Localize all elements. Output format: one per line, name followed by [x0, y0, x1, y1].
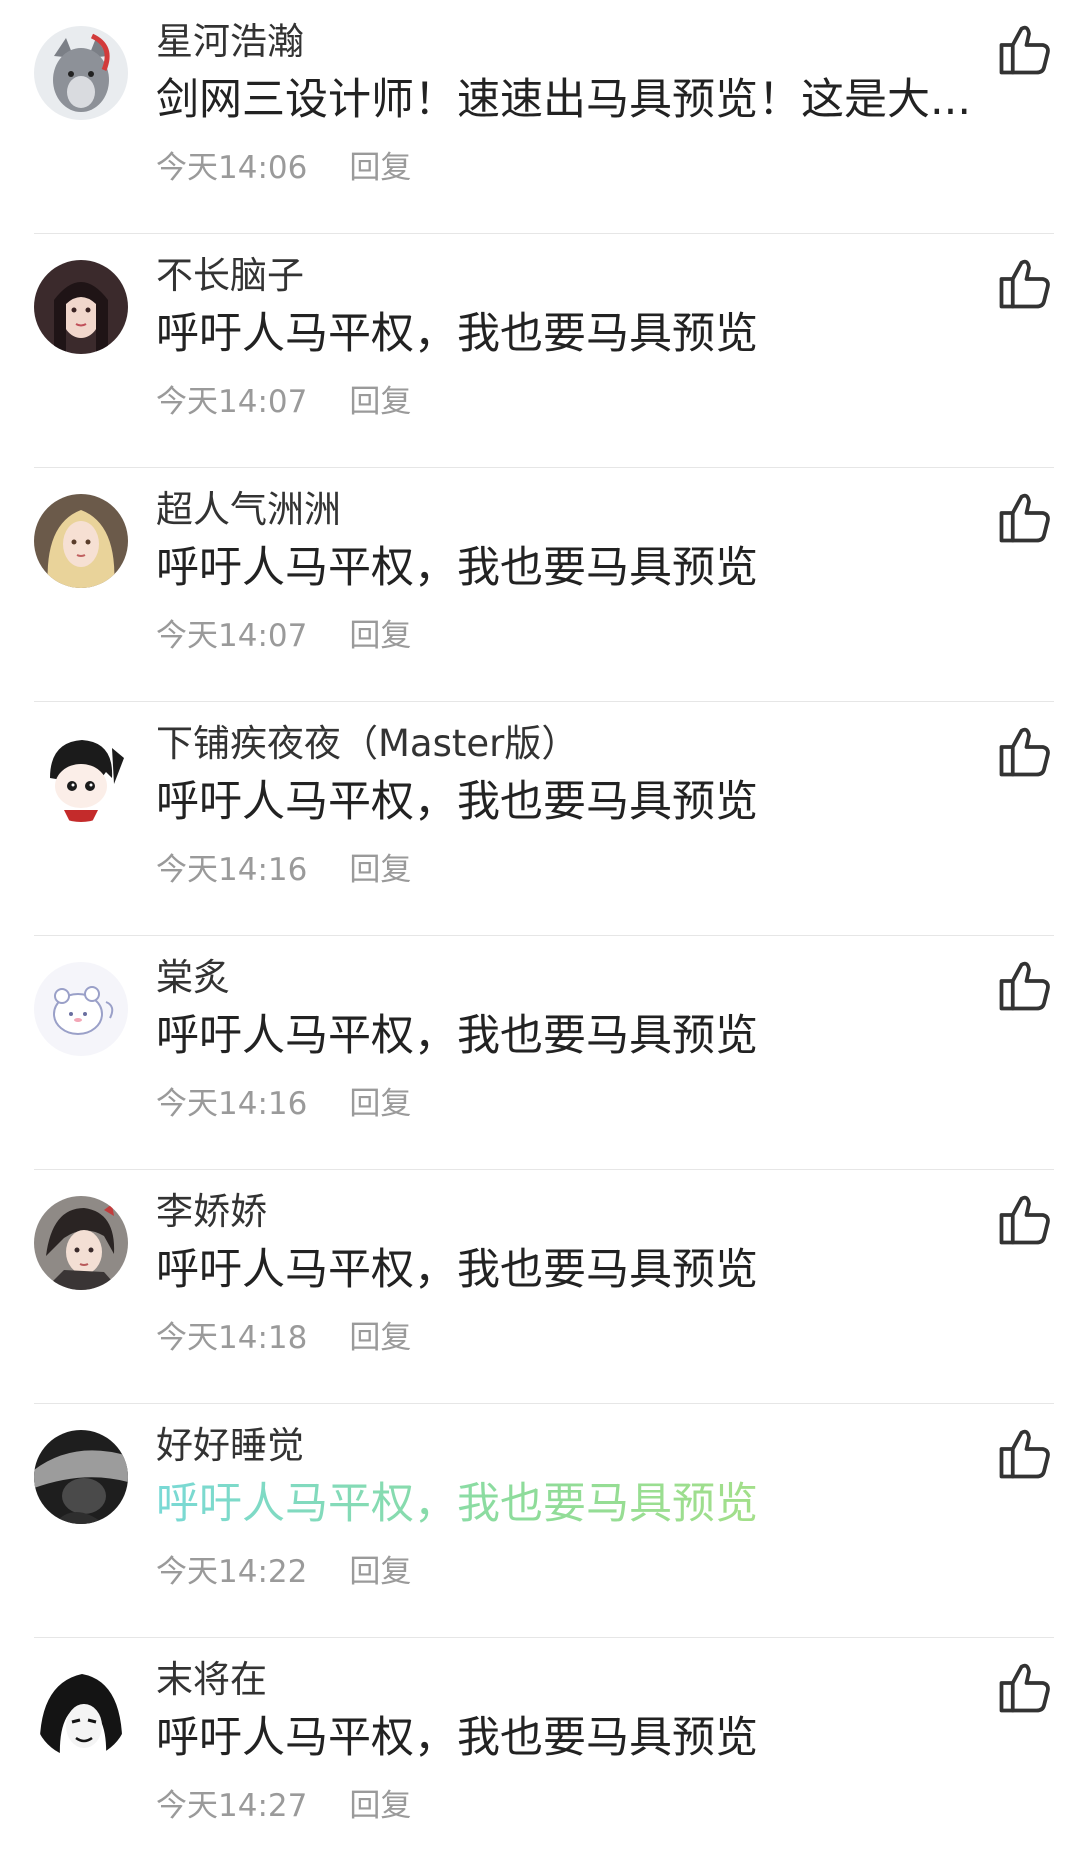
chibi-avatar-icon[interactable]: [34, 728, 128, 822]
username[interactable]: 超人气洲洲: [156, 486, 341, 534]
thumbs-up-icon[interactable]: [994, 254, 1054, 314]
timestamp: 今天14:16: [156, 852, 308, 888]
blonde-avatar-icon[interactable]: [34, 494, 128, 588]
timestamp: 今天14:07: [156, 384, 308, 420]
comment-item: 下铺疾夜夜（Master版） 呼吁人马平权，我也要马具预览 今天14:16 回复: [0, 702, 1080, 936]
comment-item: 不长脑子 呼吁人马平权，我也要马具预览 今天14:07 回复: [0, 234, 1080, 468]
comment-meta: 今天14:22 回复: [156, 1552, 411, 1592]
comment-text[interactable]: 呼吁人马平权，我也要马具预览: [156, 306, 976, 362]
comment-text[interactable]: 呼吁人马平权，我也要马具预览: [156, 1242, 976, 1298]
comment-meta: 今天14:07 回复: [156, 616, 411, 656]
timestamp: 今天14:22: [156, 1554, 308, 1590]
thumbs-up-icon[interactable]: [994, 488, 1054, 548]
comment-meta: 今天14:18 回复: [156, 1318, 411, 1358]
timestamp: 今天14:27: [156, 1788, 308, 1824]
comment-text[interactable]: 呼吁人马平权，我也要马具预览: [156, 1008, 976, 1064]
reply-button[interactable]: 回复: [349, 1086, 411, 1122]
reply-button[interactable]: 回复: [349, 1320, 411, 1356]
username[interactable]: 李娇娇: [156, 1188, 267, 1236]
thumbs-up-icon[interactable]: [994, 1658, 1054, 1718]
dark-avatar-icon[interactable]: [34, 1430, 128, 1524]
reply-button[interactable]: 回复: [349, 150, 411, 186]
reply-button[interactable]: 回复: [349, 852, 411, 888]
comment-meta: 今天14:27 回复: [156, 1786, 411, 1826]
reply-button[interactable]: 回复: [349, 384, 411, 420]
reply-button[interactable]: 回复: [349, 618, 411, 654]
username[interactable]: 棠炙: [156, 954, 230, 1002]
thumbs-up-icon[interactable]: [994, 20, 1054, 80]
sketch-avatar-icon[interactable]: [34, 962, 128, 1056]
reply-button[interactable]: 回复: [349, 1788, 411, 1824]
comment-item: 超人气洲洲 呼吁人马平权，我也要马具预览 今天14:07 回复: [0, 468, 1080, 702]
thumbs-up-icon[interactable]: [994, 722, 1054, 782]
comment-item: 末将在 呼吁人马平权，我也要马具预览 今天14:27 回复: [0, 1638, 1080, 1872]
timestamp: 今天14:06: [156, 150, 308, 186]
comment-meta: 今天14:06 回复: [156, 148, 411, 188]
comment-list: 星河浩瀚 剑网三设计师！速速出马具预览！这是大... 今天14:06 回复 不长脑…: [0, 0, 1080, 1843]
thumbs-up-icon[interactable]: [994, 956, 1054, 1016]
ink-avatar-icon[interactable]: [34, 1664, 128, 1758]
comment-meta: 今天14:16 回复: [156, 1084, 411, 1124]
girl-avatar-icon[interactable]: [34, 260, 128, 354]
username[interactable]: 末将在: [156, 1656, 267, 1704]
comment-meta: 今天14:07 回复: [156, 382, 411, 422]
username[interactable]: 不长脑子: [156, 252, 304, 300]
username[interactable]: 星河浩瀚: [156, 18, 304, 66]
comment-text[interactable]: 呼吁人马平权，我也要马具预览: [156, 1710, 976, 1766]
comment-item: 棠炙 呼吁人马平权，我也要马具预览 今天14:16 回复: [0, 936, 1080, 1170]
comment-text[interactable]: 呼吁人马平权，我也要马具预览: [156, 540, 976, 596]
warrior-avatar-icon[interactable]: [34, 1196, 128, 1290]
comment-item: 星河浩瀚 剑网三设计师！速速出马具预览！这是大... 今天14:06 回复: [0, 0, 1080, 234]
thumbs-up-icon[interactable]: [994, 1424, 1054, 1484]
timestamp: 今天14:07: [156, 618, 308, 654]
comment-text[interactable]: 呼吁人马平权，我也要马具预览: [156, 774, 976, 830]
timestamp: 今天14:16: [156, 1086, 308, 1122]
username[interactable]: 下铺疾夜夜（Master版）: [156, 720, 578, 768]
thumbs-up-icon[interactable]: [994, 1190, 1054, 1250]
comment-meta: 今天14:16 回复: [156, 850, 411, 890]
username[interactable]: 好好睡觉: [156, 1422, 304, 1470]
comment-item: 好好睡觉 呼吁人马平权，我也要马具预览 今天14:22 回复: [0, 1404, 1080, 1638]
comment-item: 李娇娇 呼吁人马平权，我也要马具预览 今天14:18 回复: [0, 1170, 1080, 1404]
comment-text[interactable]: 剑网三设计师！速速出马具预览！这是大...: [156, 72, 976, 128]
wolf-avatar-icon[interactable]: [34, 26, 128, 120]
timestamp: 今天14:18: [156, 1320, 308, 1356]
comment-text[interactable]: 呼吁人马平权，我也要马具预览: [156, 1476, 976, 1532]
reply-button[interactable]: 回复: [349, 1554, 411, 1590]
